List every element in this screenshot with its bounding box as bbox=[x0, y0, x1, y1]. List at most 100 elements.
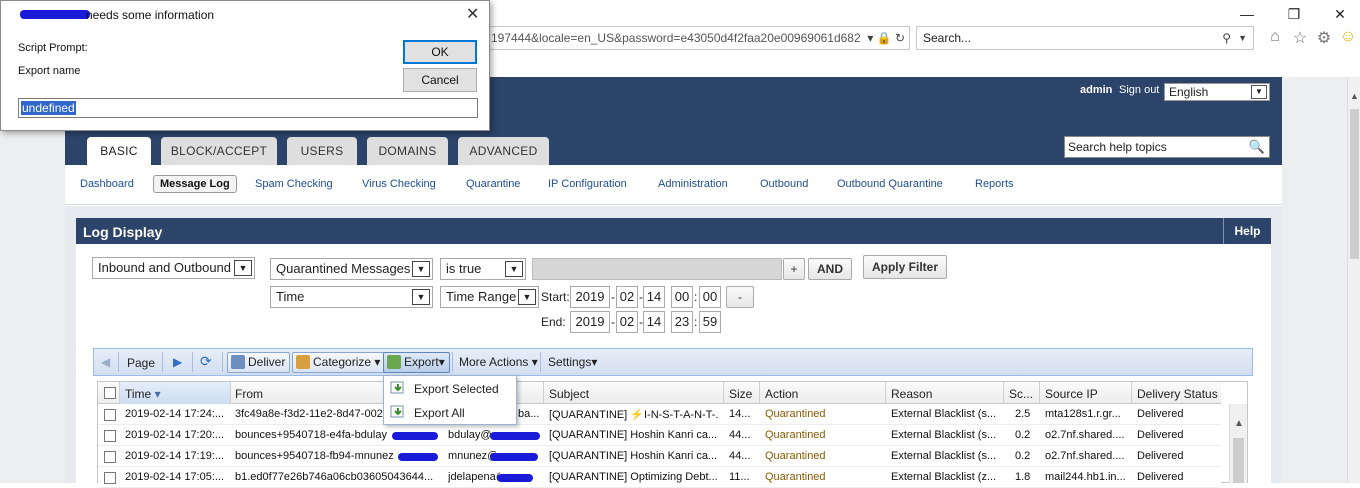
minimize-icon[interactable]: — bbox=[1232, 4, 1262, 24]
scroll-thumb[interactable] bbox=[1233, 438, 1244, 483]
start-month-input[interactable]: 02 bbox=[616, 286, 638, 308]
start-hour-input[interactable]: 00 bbox=[671, 286, 693, 308]
cell-from: bounces+9540718-fb94-mnunez bbox=[235, 450, 394, 462]
scroll-thumb[interactable] bbox=[1350, 109, 1359, 259]
tab-block-accept[interactable]: BLOCK/ACCEPT bbox=[161, 137, 277, 165]
browser-search-input[interactable]: Search... ⚲ ▼ bbox=[916, 26, 1254, 50]
end-hour-input[interactable]: 23 bbox=[671, 311, 693, 333]
subnav-virus-checking[interactable]: Virus Checking bbox=[362, 178, 436, 190]
help-link[interactable]: Help bbox=[1223, 218, 1271, 244]
filter-field-select[interactable]: Quarantined Messages ▼ bbox=[270, 258, 433, 280]
search-icon[interactable]: ⚲ bbox=[1222, 27, 1231, 49]
and-button[interactable]: AND bbox=[808, 258, 852, 280]
export-icon bbox=[387, 355, 401, 369]
row-checkbox[interactable] bbox=[104, 430, 116, 442]
end-day-input[interactable]: 14 bbox=[643, 311, 665, 333]
column-header-subject[interactable]: Subject bbox=[549, 387, 589, 401]
refresh-icon[interactable]: ⟳ bbox=[200, 353, 212, 370]
column-divider bbox=[119, 382, 120, 404]
menu-item-export-selected[interactable]: Export Selected bbox=[414, 382, 499, 396]
cell-score: 0.2 bbox=[1015, 450, 1031, 462]
next-page-icon[interactable]: ▶ bbox=[173, 355, 182, 369]
row-checkbox[interactable] bbox=[104, 472, 116, 484]
end-year-input[interactable]: 2019 bbox=[570, 311, 610, 333]
subnav-dashboard[interactable]: Dashboard bbox=[80, 178, 134, 190]
subnav-ip-configuration[interactable]: IP Configuration bbox=[548, 178, 627, 190]
more-actions-menu[interactable]: More Actions ▾ bbox=[459, 355, 538, 369]
address-actions[interactable]: ▾ 🔒 ↻ bbox=[861, 27, 905, 49]
row-checkbox[interactable] bbox=[104, 451, 116, 463]
tab-domains[interactable]: DOMAINS bbox=[367, 137, 448, 165]
chevron-down-icon: ▼ bbox=[412, 261, 430, 277]
column-header-score[interactable]: Sc... bbox=[1009, 387, 1033, 401]
column-header-action[interactable]: Action bbox=[765, 387, 798, 401]
subnav-administration[interactable]: Administration bbox=[658, 178, 728, 190]
column-header-size[interactable]: Size bbox=[729, 387, 752, 401]
subnav-outbound-quarantine[interactable]: Outbound Quarantine bbox=[837, 178, 943, 190]
home-icon[interactable]: ⌂ bbox=[1264, 28, 1286, 46]
remove-filter-button[interactable]: - bbox=[726, 286, 754, 308]
settings-gear-icon[interactable]: ⚙ bbox=[1313, 28, 1335, 48]
time-range-select[interactable]: Time Range ▼ bbox=[440, 286, 539, 308]
direction-select[interactable]: Inbound and Outbound ▼ bbox=[92, 257, 255, 279]
chevron-down-icon[interactable]: ▼ bbox=[1238, 27, 1247, 49]
tab-basic[interactable]: BASIC bbox=[87, 137, 151, 165]
filter-operator-select[interactable]: is true ▼ bbox=[440, 258, 526, 280]
cell-reason: External Blacklist (s... bbox=[891, 408, 997, 420]
filter-value-input[interactable] bbox=[532, 258, 782, 280]
cell-subject: [QUARANTINE] Optimizing Debt... bbox=[549, 471, 718, 483]
close-icon[interactable]: ✕ bbox=[466, 4, 479, 24]
subnav-spam-checking[interactable]: Spam Checking bbox=[255, 178, 333, 190]
redaction-mark bbox=[490, 432, 540, 440]
end-minute-input[interactable]: 59 bbox=[699, 311, 721, 333]
cell-from: 3fc49a8e-f3d2-11e2-8d47-002 bbox=[235, 408, 383, 420]
help-search-input[interactable]: Search help topics 🔍 bbox=[1064, 136, 1270, 158]
start-day-input[interactable]: 14 bbox=[643, 286, 665, 308]
grid-scrollbar[interactable]: ▲ bbox=[1229, 404, 1247, 483]
apply-filter-button[interactable]: Apply Filter bbox=[863, 255, 947, 279]
start-minute-input[interactable]: 00 bbox=[699, 286, 721, 308]
column-divider bbox=[230, 382, 231, 404]
sort-desc-icon: ▾ bbox=[151, 387, 161, 401]
tab-advanced[interactable]: ADVANCED bbox=[458, 137, 549, 165]
export-button[interactable]: Export▾ bbox=[383, 352, 450, 373]
start-year-input[interactable]: 2019 bbox=[570, 286, 610, 308]
filter-field2-select[interactable]: Time ▼ bbox=[270, 286, 433, 308]
subnav-message-log[interactable]: Message Log bbox=[153, 175, 237, 193]
categorize-button[interactable]: Categorize ▾ bbox=[292, 352, 386, 373]
column-header-time[interactable]: Time ▾ bbox=[125, 387, 161, 401]
favorites-star-icon[interactable]: ☆ bbox=[1289, 28, 1311, 48]
row-checkbox[interactable] bbox=[104, 409, 116, 421]
select-all-checkbox[interactable] bbox=[104, 387, 116, 399]
subnav-outbound[interactable]: Outbound bbox=[760, 178, 808, 190]
column-header-source-ip[interactable]: Source IP bbox=[1045, 387, 1098, 401]
settings-menu[interactable]: Settings▾ bbox=[548, 355, 597, 369]
sign-out-link[interactable]: Sign out bbox=[1119, 84, 1159, 96]
smiley-feedback-icon[interactable]: ☺ bbox=[1337, 28, 1359, 46]
subnav-quarantine[interactable]: Quarantine bbox=[466, 178, 520, 190]
menu-item-export-all[interactable]: Export All bbox=[414, 406, 465, 420]
column-header-from[interactable]: From bbox=[235, 387, 263, 401]
close-window-icon[interactable]: ✕ bbox=[1325, 4, 1355, 24]
tab-users[interactable]: USERS bbox=[287, 137, 357, 165]
cancel-button[interactable]: Cancel bbox=[403, 68, 477, 92]
toolbar-divider bbox=[540, 352, 541, 372]
add-filter-button[interactable]: + bbox=[783, 258, 805, 280]
cell-delivery-status: Delivered bbox=[1137, 429, 1184, 441]
column-header-reason[interactable]: Reason bbox=[891, 387, 932, 401]
subnav-reports[interactable]: Reports bbox=[975, 178, 1014, 190]
scroll-up-icon[interactable]: ▲ bbox=[1350, 91, 1359, 101]
deliver-button[interactable]: Deliver bbox=[227, 352, 291, 373]
column-divider bbox=[759, 382, 760, 404]
ok-button[interactable]: OK bbox=[403, 40, 477, 64]
restore-icon[interactable]: ❐ bbox=[1279, 4, 1309, 24]
search-icon[interactable]: 🔍 bbox=[1249, 137, 1265, 157]
address-bar[interactable]: 197444&locale=en_US&password=e43050d4f2f… bbox=[484, 26, 910, 50]
column-header-delivery-status[interactable]: Delivery Status bbox=[1137, 387, 1218, 401]
export-name-input[interactable]: undefined bbox=[18, 98, 478, 118]
language-select[interactable]: English ▼ bbox=[1164, 83, 1270, 101]
scroll-up-icon[interactable]: ▲ bbox=[1234, 418, 1244, 429]
end-month-input[interactable]: 02 bbox=[616, 311, 638, 333]
prev-page-icon[interactable]: ◀ bbox=[101, 355, 110, 369]
page-scrollbar[interactable]: ▲ bbox=[1347, 77, 1360, 483]
